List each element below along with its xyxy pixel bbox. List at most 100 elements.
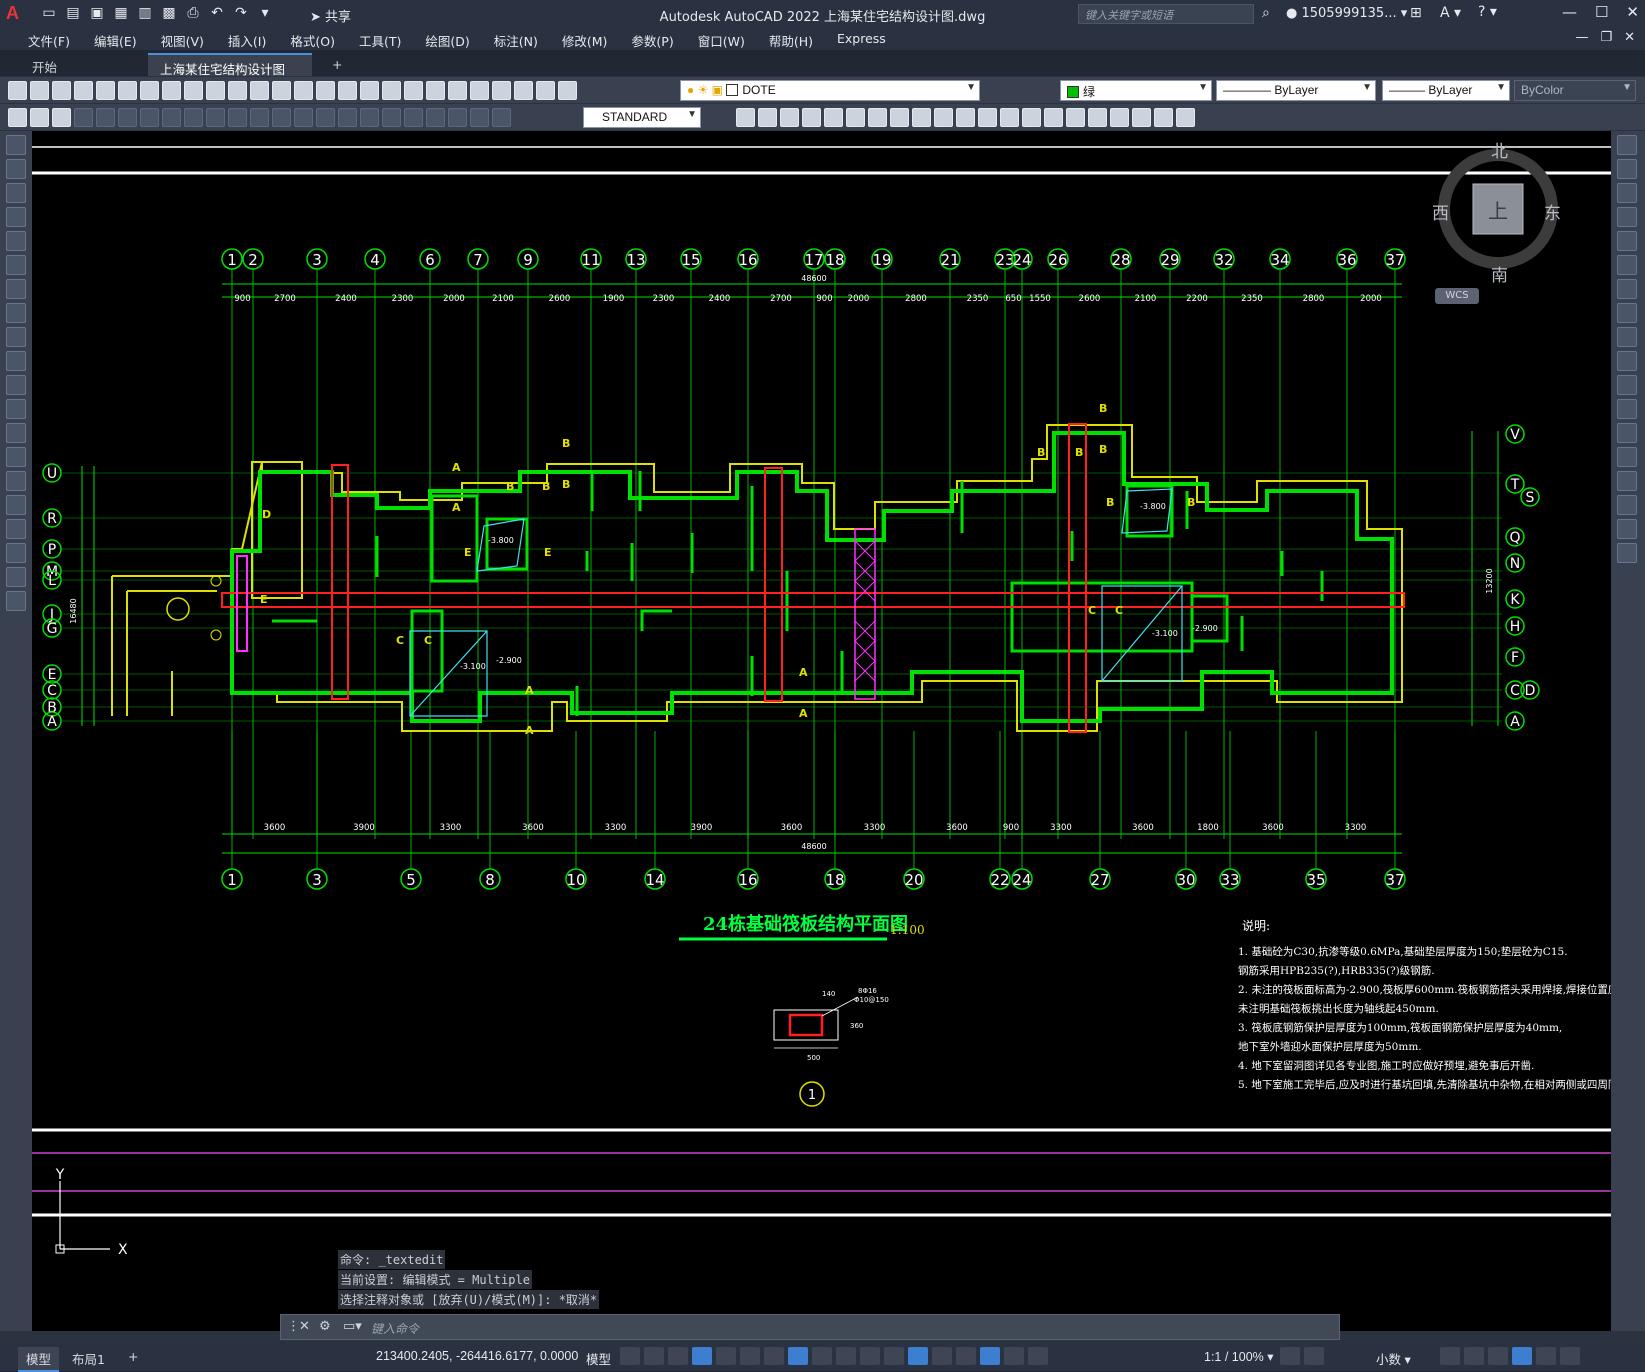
dim-linear-icon[interactable]	[74, 108, 93, 127]
zoom-previous-icon[interactable]	[382, 81, 401, 100]
help-button[interactable]: ? ▾	[1478, 4, 1497, 20]
redo-icon-tb[interactable]	[294, 81, 313, 100]
dimstyle-dropdown[interactable]: STANDARD ▼	[583, 107, 701, 128]
qdim-icon[interactable]	[250, 108, 269, 127]
array-icon[interactable]	[824, 108, 843, 127]
extend-tool-icon[interactable]	[1617, 375, 1637, 395]
menu-insert[interactable]: 插入(I)	[216, 28, 278, 50]
dim-text-edit-icon[interactable]	[470, 108, 489, 127]
stretch-icon[interactable]	[912, 108, 931, 127]
menu-help[interactable]: 帮助(H)	[757, 28, 825, 50]
command-recent-icon[interactable]: ▭▾	[343, 1319, 362, 1334]
dim-break-icon[interactable]	[338, 108, 357, 127]
compass-south[interactable]: 南	[1491, 261, 1508, 286]
compass-north[interactable]: 北	[1491, 137, 1508, 162]
save-as-icon[interactable]: ▦	[112, 4, 130, 22]
dim-jogged-icon[interactable]	[184, 108, 203, 127]
ortho-icon[interactable]	[692, 1347, 712, 1365]
units-display[interactable]: 小数 ▾	[1376, 1349, 1411, 1368]
compass-west[interactable]: 西	[1432, 199, 1449, 224]
quick-properties-icon[interactable]	[1440, 1347, 1460, 1365]
inspect-icon[interactable]	[404, 108, 423, 127]
view-icon-5[interactable]	[1176, 108, 1195, 127]
explode-icon[interactable]	[1066, 108, 1085, 127]
offset-icon[interactable]	[802, 108, 821, 127]
redo-icon[interactable]: ↷	[232, 4, 250, 22]
menu-file[interactable]: 文件(F)	[16, 28, 82, 50]
help-icon-tb[interactable]	[536, 81, 555, 100]
customization-icon[interactable]	[1560, 1347, 1580, 1365]
save-icon-tb[interactable]	[52, 81, 71, 100]
zoom-window-icon[interactable]	[360, 81, 379, 100]
chamfer-tool-icon[interactable]	[1617, 471, 1637, 491]
dim-update-icon[interactable]	[492, 108, 511, 127]
color-dropdown[interactable]: 绿 ▼	[1060, 80, 1212, 101]
move-icon[interactable]	[846, 108, 865, 127]
autodesk-app-icon[interactable]: A ▾	[1440, 5, 1461, 21]
view-icon-3[interactable]	[1132, 108, 1151, 127]
fillet-icon[interactable]	[1044, 108, 1063, 127]
annotation-scale[interactable]: 1:1 / 100% ▾	[1204, 1349, 1274, 1364]
region-tool-icon[interactable]	[6, 519, 26, 539]
design-center-icon[interactable]	[426, 81, 445, 100]
paste-icon[interactable]	[206, 81, 225, 100]
dim-continue-icon[interactable]	[294, 108, 313, 127]
isodraft-icon[interactable]	[740, 1347, 760, 1365]
ellipse-arc-tool-icon[interactable]	[6, 375, 26, 395]
selection-cycling-icon[interactable]	[860, 1347, 880, 1365]
model-space-toggle[interactable]: 模型	[586, 1349, 611, 1368]
stretch-tool-icon[interactable]	[1617, 327, 1637, 347]
tolerance-icon[interactable]	[360, 108, 379, 127]
auto-scale-icon[interactable]	[1004, 1347, 1024, 1365]
share-button[interactable]: ➤ 共享	[310, 6, 351, 25]
copy-object-icon[interactable]	[758, 108, 777, 127]
layer-prev-icon[interactable]	[8, 108, 27, 127]
menu-draw[interactable]: 绘图(D)	[413, 28, 481, 50]
snap-icon[interactable]	[644, 1347, 664, 1365]
array-tool-icon[interactable]	[1617, 231, 1637, 251]
osnap-icon[interactable]	[788, 1347, 808, 1365]
doc-close-icon[interactable]: ✕	[1624, 30, 1635, 45]
doc-restore-icon[interactable]: ❐	[1600, 30, 1612, 45]
layer-match-icon[interactable]	[30, 108, 49, 127]
add-layout-button[interactable]: +	[120, 1347, 146, 1366]
menu-parametric[interactable]: 参数(P)	[619, 28, 685, 50]
menu-modify[interactable]: 修改(M)	[550, 28, 620, 50]
plot-icon[interactable]: ▩	[160, 4, 178, 22]
copy-tool-icon[interactable]	[1617, 159, 1637, 179]
explode-tool-icon[interactable]	[1617, 543, 1637, 563]
wcs-menu[interactable]: WCS	[1435, 288, 1479, 304]
new-tab-button[interactable]: +	[320, 53, 354, 76]
point-tool-icon[interactable]	[6, 447, 26, 467]
dim-radius-icon[interactable]	[162, 108, 181, 127]
fillet-tool-icon[interactable]	[1617, 495, 1637, 515]
command-customize-icon[interactable]: ⚙	[319, 1319, 331, 1334]
3d-osnap-icon[interactable]	[884, 1347, 904, 1365]
break-point-tool-icon[interactable]	[1617, 399, 1637, 419]
move-tool-icon[interactable]	[1617, 255, 1637, 275]
transparency-icon[interactable]	[836, 1347, 856, 1365]
menu-format[interactable]: 格式(O)	[278, 28, 347, 50]
app-logo[interactable]: A	[6, 3, 28, 25]
command-line[interactable]: ⋮ ✕ ⚙ ▭▾ 键入命令	[280, 1314, 1340, 1340]
blend-tool-icon[interactable]	[1617, 519, 1637, 539]
dim-space-icon[interactable]	[316, 108, 335, 127]
trim-icon[interactable]	[934, 108, 953, 127]
erase-tool-icon[interactable]	[1617, 135, 1637, 155]
grid-icon[interactable]	[620, 1347, 640, 1365]
dim-ordinate-icon[interactable]	[140, 108, 159, 127]
dim-arc-icon[interactable]	[118, 108, 137, 127]
menu-edit[interactable]: 编辑(E)	[82, 28, 149, 50]
search-icon[interactable]: ⌕	[1262, 5, 1270, 21]
center-mark-icon[interactable]	[382, 108, 401, 127]
scale-icon[interactable]	[890, 108, 909, 127]
workspace-icon[interactable]	[1280, 1347, 1300, 1365]
markup-icon[interactable]	[492, 81, 511, 100]
calc-icon[interactable]	[514, 81, 533, 100]
ellipse-tool-icon[interactable]	[6, 351, 26, 371]
qnew-icon[interactable]	[8, 81, 27, 100]
tab-layout1[interactable]: 布局1	[64, 1347, 113, 1370]
lock-ui-icon[interactable]	[1464, 1347, 1484, 1365]
new-file-icon[interactable]: ▭	[40, 4, 58, 22]
break-tool-icon[interactable]	[1617, 423, 1637, 443]
